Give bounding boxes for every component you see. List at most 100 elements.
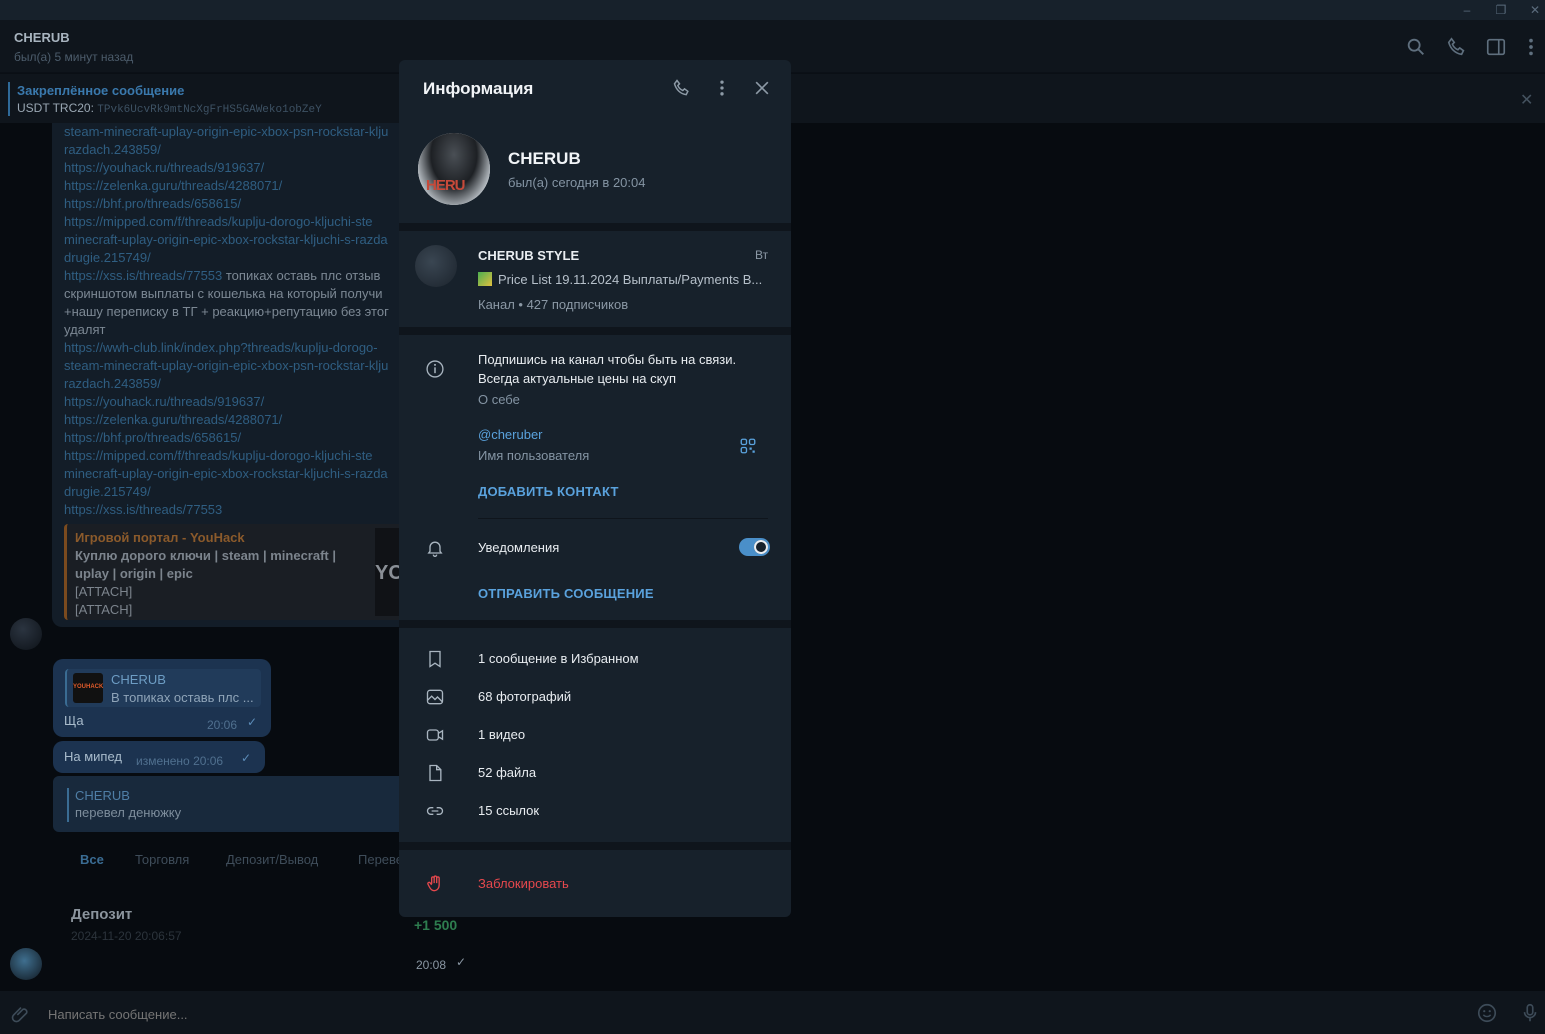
message-line[interactable]: https://bhf.pro/threads/658615/ — [64, 196, 241, 211]
preview-line: [ATTACH] — [75, 584, 133, 599]
profile-status: был(а) сегодня в 20:04 — [508, 175, 646, 190]
reply-quote[interactable]: YOUHACK CHERUB В топиках оставь плс ... — [65, 669, 261, 707]
message-line[interactable]: https://xss.is/threads/77553 топиках ост… — [64, 268, 380, 283]
message-line[interactable]: https://wwh-club.link/index.php?threads/… — [64, 340, 378, 355]
message-line: удалят — [64, 322, 106, 337]
deposit-date: 2024-11-20 20:06:57 — [71, 929, 182, 943]
add-contact-button[interactable]: ДОБАВИТЬ КОНТАКТ — [478, 484, 619, 499]
link-preview[interactable]: Игровой портал - YouHack Куплю дорого кл… — [64, 524, 405, 620]
personal-channel[interactable]: CHERUB STYLE Вт Price List 19.11.2024 Вы… — [399, 231, 791, 327]
deposit-amount: +1 500 — [414, 917, 458, 933]
message-line[interactable]: https://zelenka.guru/threads/4288071/ — [64, 412, 282, 427]
bio-label: О себе — [478, 392, 520, 407]
close-icon[interactable] — [752, 78, 772, 98]
qr-code-icon[interactable] — [739, 437, 757, 455]
chat-title: CHERUB — [14, 30, 70, 45]
message-line: minecraft-uplay-origin-epic-xbox-rocksta… — [64, 466, 388, 481]
preview-line: Куплю дорого ключи | steam | minecraft | — [75, 548, 336, 563]
message-line[interactable]: https://mipped.com/f/threads/kuplju-doro… — [64, 214, 373, 229]
message-line: drugie.215749/ — [64, 484, 151, 499]
avatar-text: HERU — [426, 177, 466, 194]
media-label: 15 ссылок — [478, 803, 540, 818]
pinned-label: USDT TRC20: — [17, 101, 94, 115]
microphone-icon[interactable] — [1519, 1002, 1541, 1024]
channel-meta: Канал • 427 подписчиков — [478, 297, 629, 312]
username-label: Имя пользователя — [478, 448, 590, 463]
call-icon[interactable] — [1446, 36, 1468, 58]
reply-text: В топиках оставь плс ... — [111, 690, 254, 705]
message-line: steam-minecraft-uplay-origin-epic-xbox-p… — [64, 358, 389, 373]
sender-avatar[interactable] — [10, 618, 42, 650]
block-hand-icon — [427, 875, 440, 892]
message-line: minecraft-uplay-origin-epic-xbox-rocksta… — [64, 232, 388, 247]
message-line: drugie.215749/ — [64, 250, 151, 265]
media-row-photo[interactable]: 68 фотографий — [399, 681, 791, 717]
channel-avatar — [415, 245, 457, 287]
deposit-title: Депозит — [71, 906, 133, 923]
send-message-button[interactable]: ОТПРАВИТЬ СООБЩЕНИЕ — [478, 586, 654, 601]
media-row-file[interactable]: 52 файла — [399, 757, 791, 793]
message-line[interactable]: https://zelenka.guru/threads/4288071/ — [64, 178, 282, 193]
restore-button[interactable]: ❐ — [1484, 0, 1518, 20]
tab-0[interactable]: Все — [80, 852, 104, 867]
read-check-icon: ✓ — [241, 751, 252, 765]
media-row-video[interactable]: 1 видео — [399, 719, 791, 755]
video-icon — [426, 729, 444, 741]
bell-icon — [427, 541, 443, 557]
title-bar: – ❐ ✕ — [0, 0, 1545, 20]
message-line[interactable]: https://xss.is/threads/77553 — [64, 502, 222, 517]
search-icon[interactable] — [1405, 36, 1427, 58]
bio-line: Подпишись на канал чтобы быть на связи. — [478, 352, 737, 367]
message-composer[interactable] — [0, 991, 1545, 1034]
message-meta: изменено 20:06 — [136, 754, 224, 768]
message-bubble[interactable]: На мипед изменено 20:06 ✓ — [53, 741, 265, 773]
message-bubble[interactable]: YOUHACK CHERUB В топиках оставь плс ... … — [53, 659, 271, 737]
message-line[interactable]: https://mipped.com/f/threads/kuplju-doro… — [64, 448, 373, 463]
block-user-button[interactable]: Заблокировать — [478, 876, 569, 891]
sidebar-toggle-icon[interactable] — [1485, 36, 1507, 58]
message-line: razdach.243859/ — [64, 142, 161, 157]
tab-2[interactable]: Депозит/Вывод — [226, 852, 318, 867]
message-line[interactable]: https://bhf.pro/threads/658615/ — [64, 430, 241, 445]
call-icon[interactable] — [672, 78, 692, 98]
more-icon[interactable] — [712, 78, 732, 98]
profile-avatar[interactable]: HERU — [418, 133, 490, 205]
more-icon[interactable] — [1520, 36, 1542, 58]
info-icon — [426, 360, 444, 378]
read-check-icon: ✓ — [456, 955, 467, 969]
media-row-link[interactable]: 15 ссылок — [399, 795, 791, 831]
pinned-text: USDT TRC20: TPvk6UcvRk9mtNcXgFrHS5GAWeko… — [17, 101, 322, 116]
section-separator — [399, 223, 791, 231]
reply-text: перевел денюжку — [75, 805, 182, 820]
emoji-icon[interactable] — [1476, 1002, 1498, 1024]
message-line[interactable]: https://youhack.ru/threads/919637/ — [64, 160, 264, 175]
notifications-label: Уведомления — [478, 540, 560, 555]
section-separator — [399, 620, 791, 628]
chat-status: был(а) 5 минут назад — [14, 50, 134, 64]
tab-3[interactable]: Переве — [358, 852, 403, 867]
close-window-button[interactable]: ✕ — [1518, 0, 1545, 20]
sender-avatar[interactable] — [10, 948, 42, 980]
message-input[interactable] — [48, 1005, 1448, 1023]
attach-icon[interactable] — [10, 1003, 32, 1025]
user-info-panel: Информация HERU CHERUB был(а) сегодня в … — [399, 60, 791, 917]
media-label: 52 файла — [478, 765, 537, 780]
notifications-toggle[interactable] — [739, 538, 770, 556]
reply-quote: CHERUB перевел денюжку — [67, 788, 181, 822]
tab-1[interactable]: Торговля — [135, 852, 189, 867]
media-label: 1 сообщение в Избранном — [478, 651, 639, 666]
profile-name: CHERUB — [508, 149, 581, 168]
message-line: razdach.243859/ — [64, 376, 161, 391]
minimize-button[interactable]: – — [1450, 0, 1484, 20]
channel-message-thumb — [478, 272, 492, 286]
media-row-bookmark[interactable]: 1 сообщение в Избранном — [399, 643, 791, 679]
message-time: 20:08 — [416, 958, 447, 972]
pinned-title: Закреплённое сообщение — [17, 83, 185, 98]
channel-message-text: Price List 19.11.2024 Выплаты/Payments B… — [498, 272, 763, 287]
message-line-tail: топиках оставь плс отзыв — [222, 268, 381, 283]
channel-last-message: Price List 19.11.2024 Выплаты/Payments B… — [478, 272, 773, 287]
message-text: На мипед — [64, 749, 122, 764]
close-pinned-icon[interactable]: ✕ — [1520, 90, 1533, 110]
message-line[interactable]: https://youhack.ru/threads/919637/ — [64, 394, 264, 409]
username-value[interactable]: @cheruber — [478, 427, 543, 442]
